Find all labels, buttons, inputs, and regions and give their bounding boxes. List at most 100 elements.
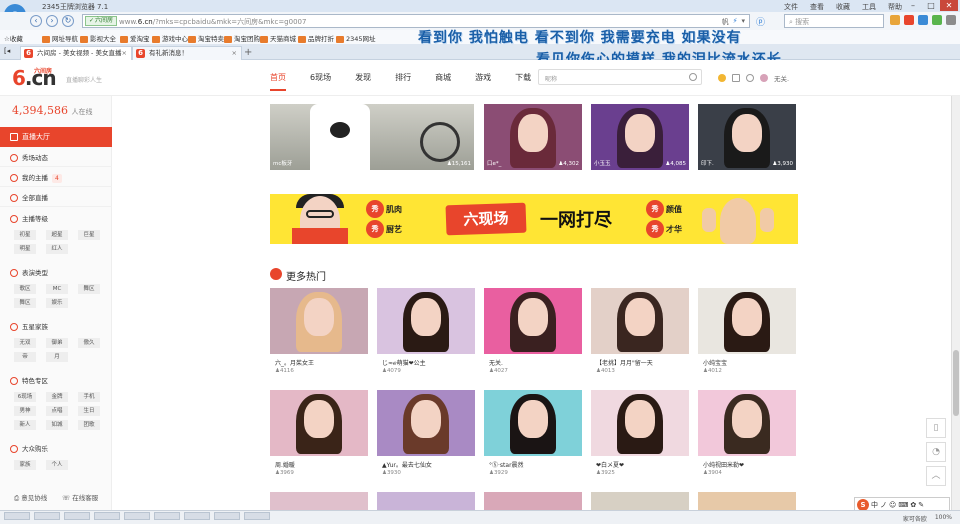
punctuation-icon[interactable]: ノ	[880, 500, 887, 510]
live-thumb[interactable]	[698, 390, 796, 456]
back-to-top-icon[interactable]: ︿	[926, 466, 946, 486]
live-thumb[interactable]	[270, 390, 368, 456]
nav-discover[interactable]: 发现	[355, 72, 371, 91]
tag[interactable]: 傲久	[78, 338, 100, 348]
live-thumb[interactable]	[270, 288, 368, 354]
bookmark-item[interactable]: 游戏中心	[152, 33, 188, 43]
sidebar-item-my-anchor[interactable]: 我的主播 4	[0, 169, 112, 187]
menu-favorites[interactable]: 收藏	[836, 2, 850, 12]
live-thumb[interactable]	[484, 288, 582, 354]
card-title[interactable]: 周.婚暖	[275, 460, 295, 469]
nav-ranking[interactable]: 排行	[395, 72, 411, 91]
taskbar-button[interactable]	[154, 512, 180, 520]
lightning-icon[interactable]: ⚡	[733, 17, 738, 27]
site-search-input[interactable]: 昵称	[538, 69, 702, 85]
zoom-level[interactable]: 100%	[935, 514, 952, 523]
coin-icon[interactable]	[718, 74, 726, 82]
mail-icon[interactable]	[890, 15, 900, 25]
bookmark-item[interactable]: 品牌打折	[298, 33, 334, 43]
back-icon[interactable]: ‹	[30, 15, 42, 27]
tag[interactable]: 红人	[46, 244, 68, 254]
refresh-icon[interactable]: ↻	[62, 15, 74, 27]
card-title[interactable]: 【老挑】月月"留一天	[596, 358, 653, 367]
live-thumb[interactable]: 口e*_ ♟4,302	[484, 104, 582, 170]
close-icon[interactable]: ✕	[940, 0, 958, 11]
edit-icon[interactable]	[732, 74, 740, 82]
bookmark-favorites[interactable]: ☆收藏	[4, 33, 23, 43]
live-thumb[interactable]	[698, 288, 796, 354]
gear-icon[interactable]	[746, 74, 754, 82]
live-thumb[interactable]	[377, 492, 475, 510]
mobile-icon[interactable]: ▯	[926, 418, 946, 438]
forward-icon[interactable]: ›	[46, 15, 58, 27]
live-thumb[interactable]	[591, 390, 689, 456]
card-title[interactable]: ▲Yur。最去七仙女	[382, 460, 432, 469]
live-thumb[interactable]	[484, 390, 582, 456]
tag[interactable]: 如城	[46, 420, 68, 430]
live-thumb[interactable]	[698, 492, 796, 510]
tab-list-icon[interactable]: [◂	[4, 47, 10, 55]
nav-shop[interactable]: 商城	[435, 72, 451, 91]
compat-label[interactable]: 帆	[722, 17, 729, 27]
tag[interactable]: 帝	[14, 352, 36, 362]
address-bar[interactable]: ✓六间房 www.6.cn/?mks=cpcbaidu&mkk=六间房&mkc=…	[82, 14, 750, 28]
menu-view[interactable]: 查看	[810, 2, 824, 12]
bookmark-item[interactable]: 淘宝特卖	[188, 33, 224, 43]
tag[interactable]: 超星	[46, 230, 68, 240]
tab-close-icon[interactable]: ×	[232, 47, 237, 59]
tag[interactable]: 6现场	[14, 392, 36, 402]
emoji-icon[interactable]: ☺	[889, 501, 896, 509]
card-title[interactable]: 无关.	[489, 358, 503, 367]
tag[interactable]: 点唱	[46, 406, 68, 416]
chat-icon[interactable]: ◔	[926, 442, 946, 462]
tag[interactable]: MC	[46, 284, 68, 294]
tag[interactable]: 御弟	[46, 338, 68, 348]
live-thumb[interactable]	[591, 492, 689, 510]
avatar[interactable]	[760, 74, 768, 82]
taskbar-button[interactable]	[94, 512, 120, 520]
dropdown-icon[interactable]: ▾	[741, 17, 745, 27]
tag[interactable]: 舞区	[14, 298, 36, 308]
bookmark-item[interactable]: 淘宝团购	[224, 33, 260, 43]
taskbar-button[interactable]	[124, 512, 150, 520]
bookmark-item[interactable]: 天猫商城	[260, 33, 296, 43]
tag[interactable]: 团歌	[78, 420, 100, 430]
tag[interactable]: 巨星	[78, 230, 100, 240]
taskbar-button[interactable]	[4, 512, 30, 520]
tag[interactable]: 生日	[78, 406, 100, 416]
tag[interactable]: 手机	[78, 392, 100, 402]
tab-close-icon[interactable]: ×	[122, 47, 127, 59]
bookmark-item[interactable]: 爱淘宝	[120, 33, 150, 43]
tag[interactable]: 月	[46, 352, 68, 362]
tools-icon[interactable]: ✎	[918, 501, 924, 509]
feedback-link[interactable]: ⎙ 意见协线	[14, 492, 47, 503]
screenshot-icon[interactable]	[918, 15, 928, 25]
chinese-mode-icon[interactable]: 中	[871, 500, 878, 510]
tab-6cn[interactable]: 6 六间房 - 美女视频 - 美女直播 ×	[20, 46, 132, 60]
card-title[interactable]: 六_。月茱女王	[275, 358, 314, 367]
tag[interactable]: 家族	[14, 460, 36, 470]
taskbar-button[interactable]	[64, 512, 90, 520]
live-thumb[interactable]	[377, 288, 475, 354]
live-thumb[interactable]: 小玉玉 ♟4,085	[591, 104, 689, 170]
sidebar-item-all-live[interactable]: 全部直播	[0, 189, 112, 207]
menu-help[interactable]: 帮助	[888, 2, 902, 12]
nav-games[interactable]: 游戏	[475, 72, 491, 91]
skin-icon[interactable]: ✿	[910, 501, 916, 509]
browser-search-input[interactable]: ⌕ 搜索	[784, 14, 884, 28]
tag[interactable]: 金牌	[46, 392, 68, 402]
tag[interactable]: 娱乐	[46, 298, 68, 308]
tab-message[interactable]: 6 有礼新消息！ ×	[132, 46, 242, 60]
live-thumb[interactable]	[270, 492, 368, 510]
bookmark-item[interactable]: 网址导航	[42, 33, 78, 43]
nav-live[interactable]: 6现场	[310, 72, 331, 91]
site-logo[interactable]: 6.cn 六间房	[12, 66, 57, 90]
tag[interactable]: 舞区	[78, 284, 100, 294]
tag[interactable]: 初星	[14, 230, 36, 240]
tag[interactable]: 明星	[14, 244, 36, 254]
card-title[interactable]: 小纯宝宝	[703, 358, 727, 367]
maximize-icon[interactable]: □	[922, 0, 940, 11]
nav-home[interactable]: 首页	[270, 72, 286, 91]
download-icon[interactable]	[932, 15, 942, 25]
live-thumb[interactable]	[591, 288, 689, 354]
